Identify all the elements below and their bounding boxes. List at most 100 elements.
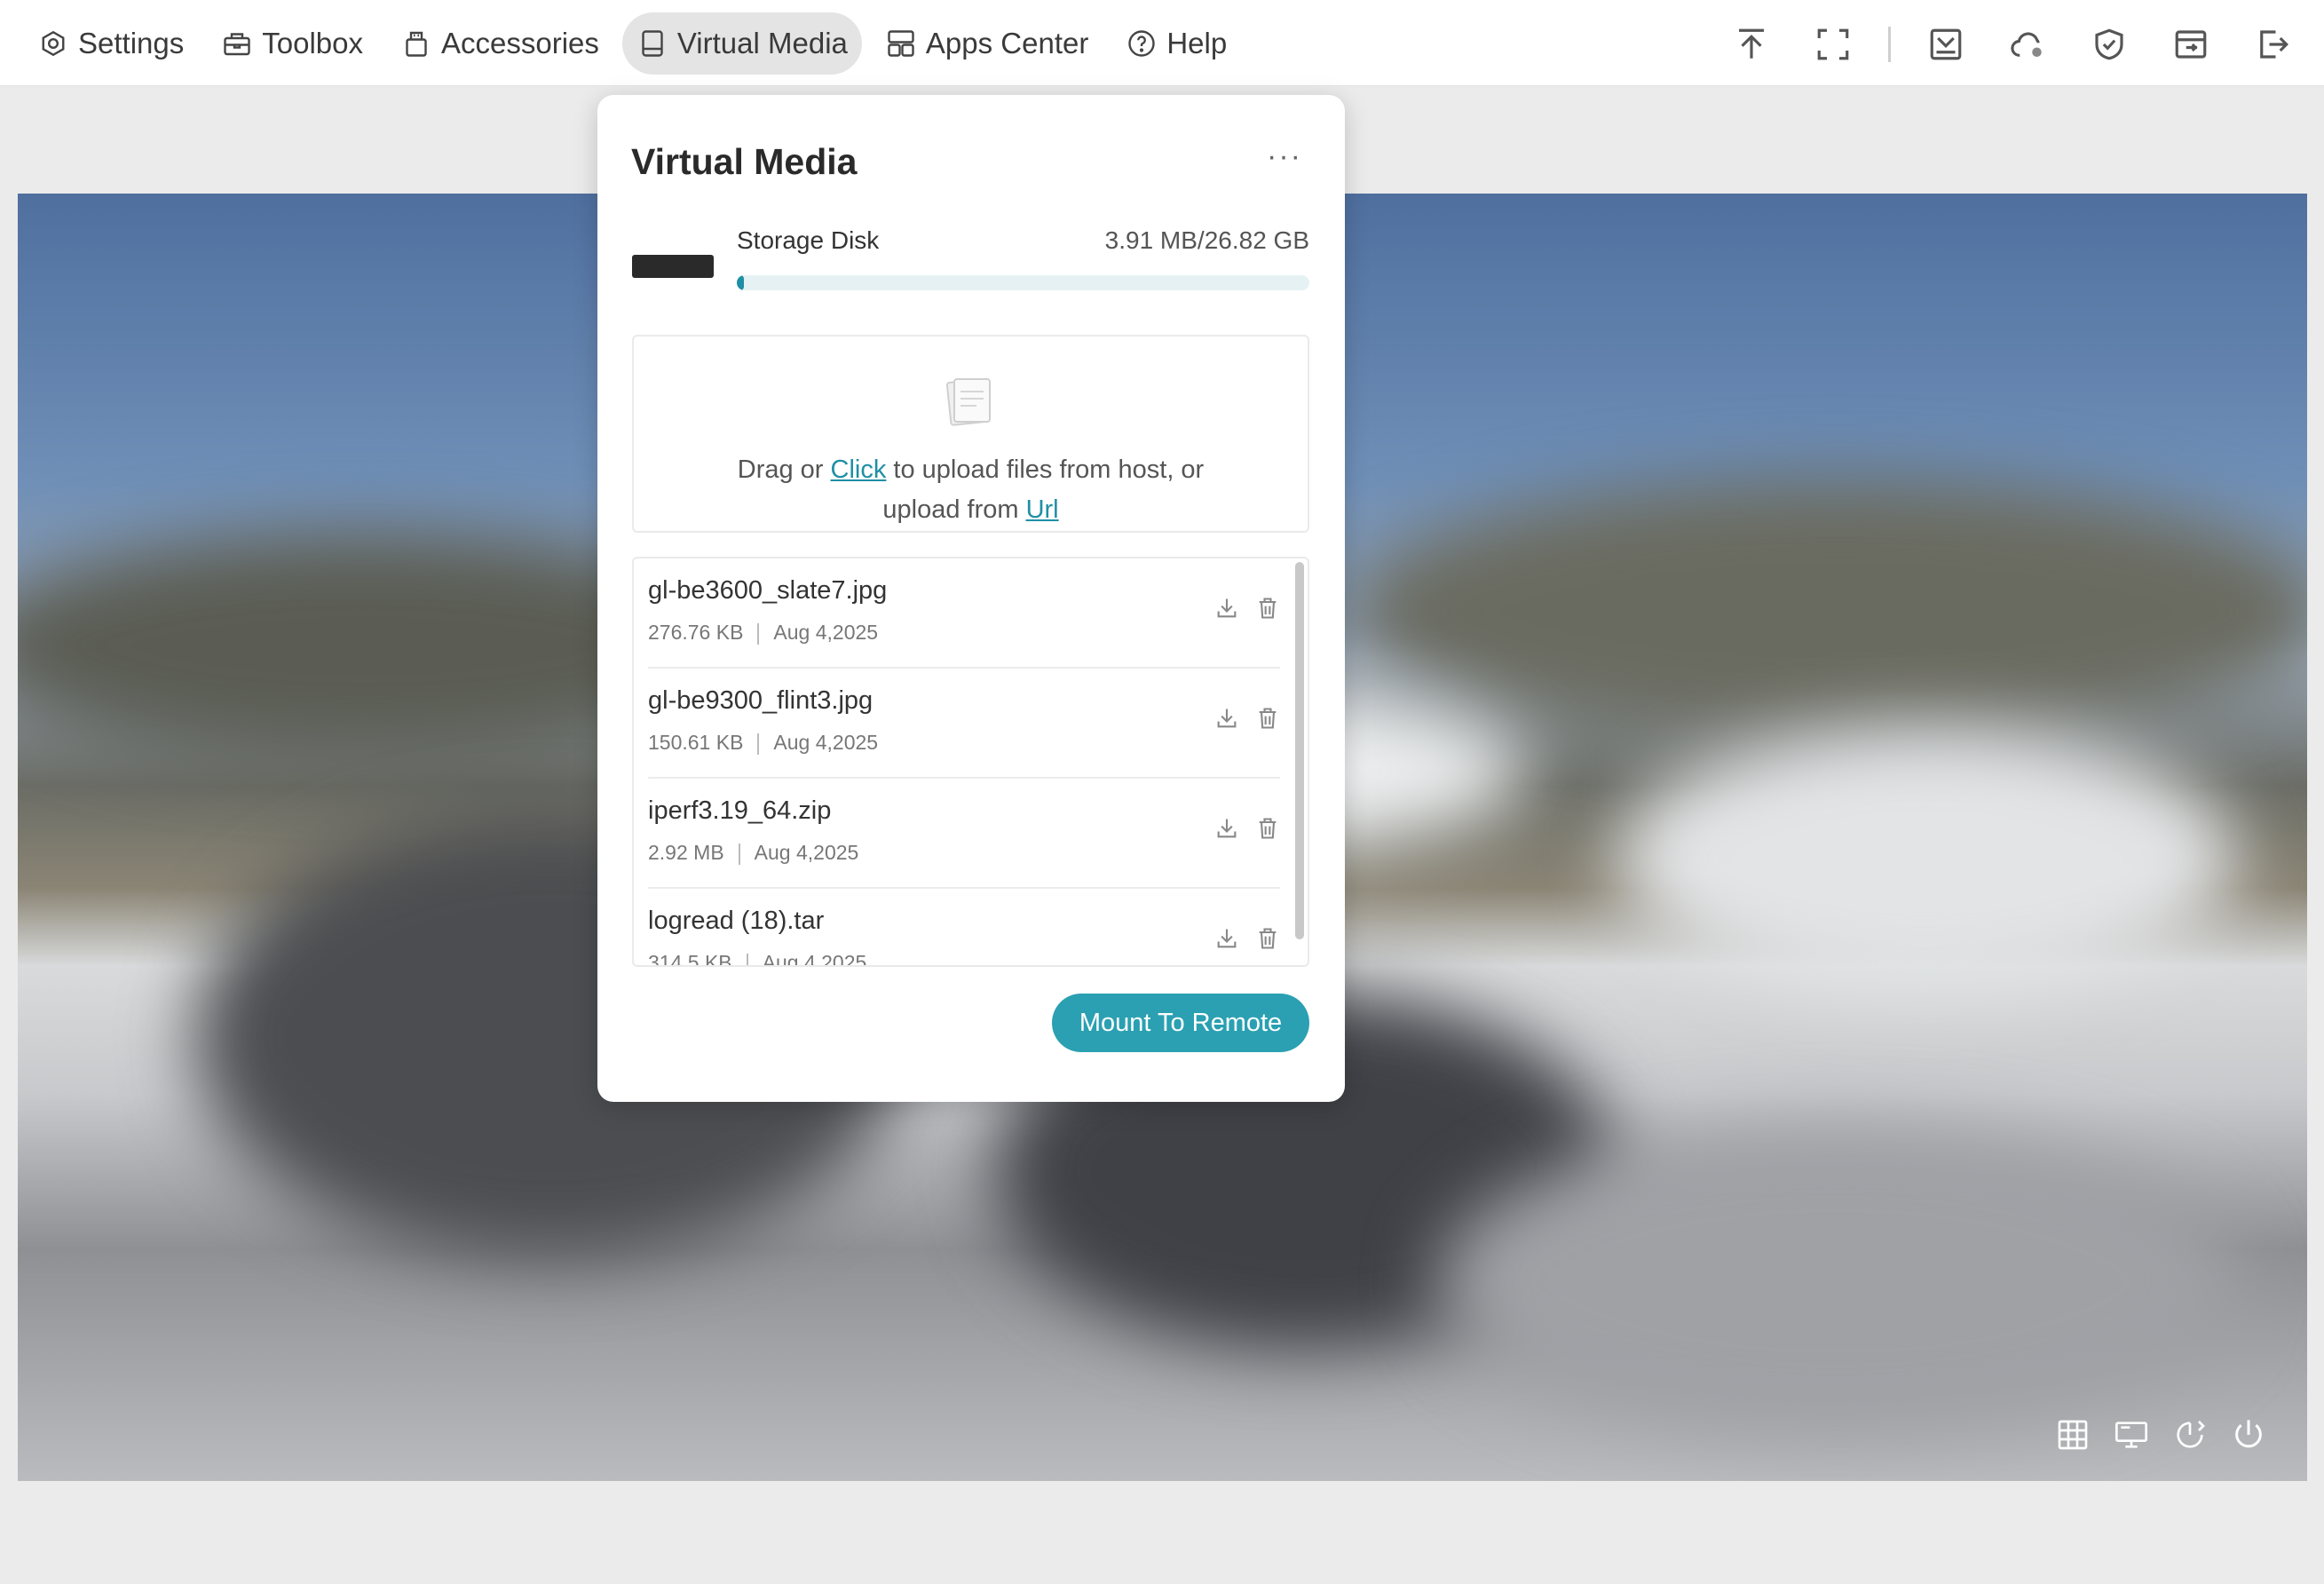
toolbox-icon [224,33,250,56]
upload-text-line2: upload from [882,495,1026,524]
upload-instructions: Drag or Click to upload files from host,… [634,450,1308,530]
virtual-media-icon [642,30,663,57]
meta-divider [738,843,740,865]
download-file-button[interactable] [1214,704,1239,733]
apps-center-icon [888,30,914,57]
nav-help[interactable]: Help [1111,12,1241,75]
file-size: 276.76 KB [648,621,744,644]
switch-window-icon [2175,30,2207,59]
monitor-button[interactable] [2112,1415,2151,1454]
power-cycle-icon [2177,1421,2205,1448]
virtual-media-panel: Virtual Media ··· Storage Disk 3.91 MB/2… [597,95,1345,1102]
file-name: logread (18).tar [648,907,825,935]
panel-title: Virtual Media [631,141,858,182]
file-actions [1214,704,1280,733]
nav-apps-center[interactable]: Apps Center [871,12,1103,75]
delete-file-button[interactable] [1255,814,1280,843]
keyboard-button[interactable] [2053,1415,2092,1454]
accessories-icon [406,31,427,57]
storage-progress-fill [737,275,744,290]
download-file-button[interactable] [1214,594,1239,622]
upload-text-middle: to upload files from host, or [886,455,1205,484]
nav-toolbox[interactable]: Toolbox [207,12,377,75]
file-meta: 2.92 MB Aug 4,2025 [648,841,858,865]
file-size: 2.92 MB [648,841,724,864]
nav-apps-center-label: Apps Center [925,27,1089,59]
fullscreen-icon [1817,28,1849,60]
background-blur [1616,726,2237,993]
nav-toolbox-label: Toolbox [262,27,363,59]
meta-divider [757,622,760,645]
upload-arrow-icon [1739,28,1764,59]
file-list[interactable]: gl-be3600_slate7.jpg 276.76 KB Aug 4,2025… [632,557,1309,967]
right-toolbar [1696,18,2299,71]
delete-file-button[interactable] [1255,594,1280,622]
nav-settings[interactable]: Settings [23,12,198,75]
power-button[interactable] [2229,1415,2268,1454]
background-blur [1349,478,2307,744]
download-file-button[interactable] [1214,814,1239,843]
more-options-button[interactable]: ··· [1267,139,1302,174]
nav-virtual-media[interactable]: Virtual Media [621,12,862,75]
file-actions [1214,924,1280,953]
upload-arrow-button[interactable] [1725,18,1778,71]
file-size: 314.5 KB [648,951,732,967]
file-row: logread (18).tar 314.5 KB Aug 4,2025 [648,889,1280,967]
file-row: gl-be9300_flint3.jpg 150.61 KB Aug 4,2025 [648,669,1280,779]
document-icon [945,378,991,426]
nav-settings-label: Settings [78,27,185,59]
keyboard-icon [2058,1420,2088,1450]
fullscreen-button[interactable] [1806,18,1860,71]
file-date: Aug 4,2025 [762,951,867,967]
download-box-icon [1930,28,1962,60]
exit-button[interactable] [2246,18,2299,71]
file-actions [1214,594,1280,622]
file-date: Aug 4,2025 [773,621,879,644]
file-name: gl-be3600_slate7.jpg [648,576,888,605]
file-meta: 314.5 KB Aug 4,2025 [648,951,867,967]
help-icon [1128,30,1156,57]
shield-check-icon [2095,28,2123,60]
nav-help-label: Help [1166,27,1228,59]
delete-file-button[interactable] [1255,704,1280,733]
security-button[interactable] [2083,18,2136,71]
power-icon [2235,1420,2262,1448]
cloud-icon [2011,32,2042,57]
file-list-scrollbar[interactable] [1295,562,1304,939]
mount-to-remote-button[interactable]: Mount To Remote [1052,994,1309,1052]
nav-accessories[interactable]: Accessories [386,12,613,75]
file-row: iperf3.19_64.zip 2.92 MB Aug 4,2025 [648,779,1280,889]
storage-disk-label: Storage Disk [737,226,880,254]
file-size: 150.61 KB [648,731,744,754]
trash-icon [1259,708,1277,729]
download-box-button[interactable] [1919,18,1972,71]
upload-dropzone[interactable]: Drag or Click to upload files from host,… [632,335,1309,533]
top-toolbar: Settings Toolbox Accessories Virtual Med… [0,0,2324,86]
main-nav: Settings Toolbox Accessories Virtual Med… [23,12,1241,75]
screen-toolbar [2053,1415,2268,1454]
cloud-button[interactable] [2001,18,2054,71]
background-blur [1438,1126,2237,1437]
click-upload-link[interactable]: Click [831,455,887,484]
nav-virtual-media-label: Virtual Media [676,27,848,59]
delete-file-button[interactable] [1255,924,1280,953]
upload-text-before: Drag or [737,455,831,484]
trash-icon [1259,818,1277,839]
download-file-button[interactable] [1214,924,1239,953]
trash-icon [1259,928,1277,949]
trash-icon [1259,598,1277,619]
download-icon [1217,929,1237,948]
toolbar-divider [1888,27,1891,62]
meta-divider [746,953,748,965]
monitor-icon [2115,1422,2147,1448]
download-icon [1217,598,1237,618]
file-actions [1214,814,1280,843]
settings-icon [42,30,65,57]
power-cycle-button[interactable] [2170,1415,2209,1454]
download-icon [1217,709,1237,728]
file-date: Aug 4,2025 [754,841,859,864]
file-name: iperf3.19_64.zip [648,796,832,825]
file-row: gl-be3600_slate7.jpg 276.76 KB Aug 4,2025 [648,558,1280,669]
url-upload-link[interactable]: Url [1026,495,1059,524]
switch-window-button[interactable] [2164,18,2217,71]
